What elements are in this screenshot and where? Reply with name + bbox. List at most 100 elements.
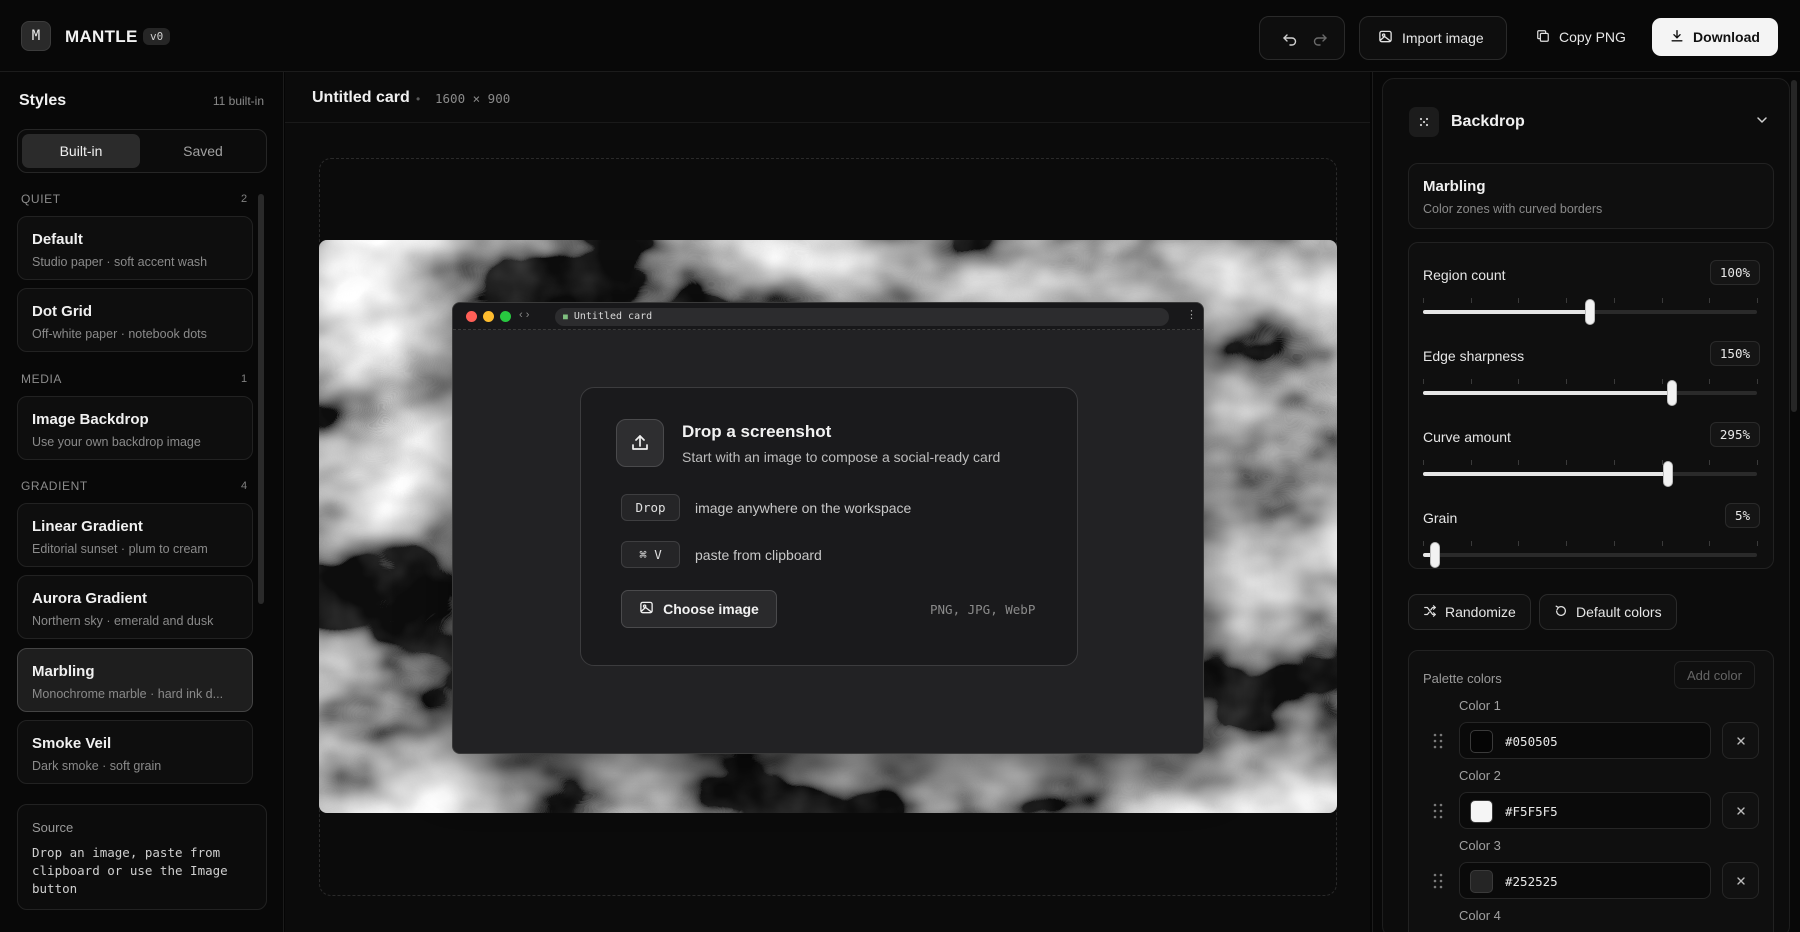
slider-grain[interactable]	[1423, 542, 1757, 568]
style-card-aurora-gradient[interactable]: Aurora Gradient Northern sky · emerald a…	[17, 575, 253, 639]
drag-handle-icon[interactable]	[1432, 731, 1444, 751]
style-card-desc: Monochrome marble · hard ink d...	[32, 687, 224, 701]
group-label-media: MEDIA	[21, 372, 63, 386]
top-bar: M MANTLE v0 Import image Copy PNG Downlo…	[0, 0, 1800, 72]
group-label-quiet: QUIET	[21, 192, 61, 206]
header-divider	[285, 122, 1370, 123]
backdrop-panel: Backdrop Marbling Color zones with curve…	[1372, 72, 1800, 932]
style-card-title: Default	[32, 231, 83, 248]
download-icon	[1670, 29, 1684, 46]
style-card-smoke-veil[interactable]: Smoke Veil Dark smoke · soft grain	[17, 720, 253, 784]
style-card-image-backdrop[interactable]: Image Backdrop Use your own backdrop ima…	[17, 396, 253, 460]
close-dot-icon	[466, 311, 477, 322]
style-card-linear-gradient[interactable]: Linear Gradient Editorial sunset · plum …	[17, 503, 253, 567]
backdrop-scrollbar[interactable]	[1791, 80, 1797, 412]
slider-value-grain[interactable]: 5%	[1724, 503, 1760, 528]
sparkle-icon	[1409, 107, 1439, 137]
preset-info: Marbling Color zones with curved borders	[1408, 163, 1774, 229]
color-1-field[interactable]: #050505	[1459, 722, 1711, 759]
download-button[interactable]: Download	[1652, 18, 1778, 56]
styles-title: Styles	[19, 92, 67, 109]
card-title[interactable]: Untitled card	[312, 89, 410, 107]
slider-value-region-count[interactable]: 100%	[1709, 260, 1760, 285]
lock-icon: ■	[563, 312, 568, 321]
copy-png-label: Copy PNG	[1559, 29, 1626, 45]
slider-ticks	[1423, 298, 1758, 303]
slider-edge-sharpness[interactable]	[1423, 380, 1757, 406]
paste-hint-text: paste from clipboard	[695, 547, 822, 563]
color-1-label: Color 1	[1459, 698, 1501, 713]
chevron-down-icon[interactable]	[1755, 113, 1769, 132]
styles-tab-switch: Built-in Saved	[17, 129, 267, 173]
browser-chrome: ‹ › ■ Untitled card ⋮	[453, 303, 1203, 330]
color-2-field[interactable]: #F5F5F5	[1459, 792, 1711, 829]
import-image-button[interactable]: Import image	[1359, 16, 1507, 60]
card-dimensions: 1600 × 900	[435, 91, 511, 106]
remove-color-2-button[interactable]	[1722, 792, 1759, 829]
drop-hint-text: image anywhere on the workspace	[695, 500, 912, 516]
color-2-swatch[interactable]	[1470, 800, 1493, 823]
redo-icon[interactable]	[1310, 29, 1330, 49]
tab-saved[interactable]: Saved	[144, 134, 262, 168]
download-label: Download	[1693, 29, 1760, 45]
style-card-title: Dot Grid	[32, 303, 92, 320]
copy-png-button[interactable]: Copy PNG	[1522, 15, 1640, 59]
styles-scrollbar[interactable]	[258, 194, 264, 604]
slider-label-curve-amount: Curve amount	[1423, 429, 1511, 445]
drop-card[interactable]: Drop a screenshot Start with an image to…	[580, 387, 1078, 666]
default-colors-button[interactable]: Default colors	[1539, 594, 1677, 630]
style-card-desc: Use your own backdrop image	[32, 435, 201, 449]
color-1-hex: #050505	[1505, 734, 1558, 749]
choose-image-button[interactable]: Choose image	[621, 590, 777, 628]
sliders-box: Region count 100% Edge sharpness 150% Cu…	[1408, 242, 1774, 569]
color-3-swatch[interactable]	[1470, 870, 1493, 893]
drag-handle-icon[interactable]	[1432, 871, 1444, 891]
browser-menu-icon: ⋮	[1186, 309, 1197, 321]
undo-icon[interactable]	[1280, 29, 1300, 49]
color-3-field[interactable]: #252525	[1459, 862, 1711, 899]
upload-icon	[616, 419, 664, 467]
image-icon	[1378, 29, 1393, 47]
preset-desc: Color zones with curved borders	[1423, 202, 1603, 216]
choose-image-label: Choose image	[663, 601, 759, 617]
app-name: MANTLE	[65, 27, 138, 46]
source-box: Source Drop an image, paste from clipboa…	[17, 804, 267, 910]
style-card-default[interactable]: Default Studio paper · soft accent wash	[17, 216, 253, 280]
slider-label-region-count: Region count	[1423, 267, 1506, 283]
palette-box: Palette colors Add color Color 1 #050505…	[1408, 650, 1774, 932]
remove-color-3-button[interactable]	[1722, 862, 1759, 899]
slider-curve-amount[interactable]	[1423, 461, 1757, 487]
style-card-desc: Off-white paper · notebook dots	[32, 327, 207, 341]
minimize-dot-icon	[483, 311, 494, 322]
history-group	[1259, 16, 1345, 60]
slider-ticks	[1423, 379, 1758, 384]
slider-ticks	[1423, 460, 1758, 465]
app-logo: M	[21, 21, 51, 51]
style-card-title: Linear Gradient	[32, 518, 143, 535]
image-icon	[639, 600, 654, 618]
drag-handle-icon[interactable]	[1432, 801, 1444, 821]
browser-url-bar: ■ Untitled card	[555, 308, 1169, 326]
style-card-dot-grid[interactable]: Dot Grid Off-white paper · notebook dots	[17, 288, 253, 352]
maximize-dot-icon	[500, 311, 511, 322]
color-1-swatch[interactable]	[1470, 730, 1493, 753]
import-image-label: Import image	[1402, 30, 1484, 46]
style-card-marbling[interactable]: Marbling Monochrome marble · hard ink d.…	[17, 648, 253, 712]
backdrop-section: Backdrop Marbling Color zones with curve…	[1382, 78, 1790, 932]
slider-value-curve-amount[interactable]: 295%	[1709, 422, 1760, 447]
slider-region-count[interactable]	[1423, 299, 1757, 325]
style-card-title: Marbling	[32, 663, 95, 680]
group-count-quiet: 2	[241, 193, 248, 205]
group-count-gradient: 4	[241, 480, 248, 492]
preset-title: Marbling	[1423, 178, 1486, 195]
slider-value-edge-sharpness[interactable]: 150%	[1709, 341, 1760, 366]
style-card-title: Aurora Gradient	[32, 590, 148, 607]
kbd-drop: Drop	[621, 494, 680, 521]
slider-ticks	[1423, 541, 1758, 546]
tab-built-in[interactable]: Built-in	[22, 134, 140, 168]
close-icon	[1736, 806, 1745, 815]
randomize-button[interactable]: Randomize	[1408, 594, 1531, 630]
remove-color-1-button[interactable]	[1722, 722, 1759, 759]
add-color-button[interactable]: Add color	[1674, 661, 1755, 689]
reset-icon	[1554, 604, 1568, 621]
